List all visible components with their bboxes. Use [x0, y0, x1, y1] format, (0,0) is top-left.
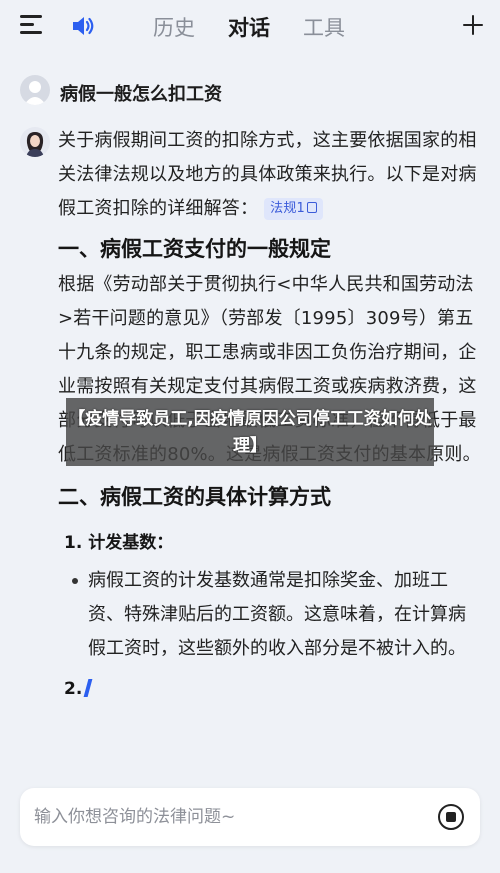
citation-label: 法规1 — [270, 201, 305, 216]
tab-history[interactable]: 历史 — [153, 12, 195, 42]
typing-cursor — [83, 679, 93, 697]
subsection1-heading: 1. 计发基数： — [64, 533, 174, 553]
citation-chip[interactable]: 法规1 — [264, 198, 323, 220]
user-avatar — [20, 75, 50, 105]
speaker-icon[interactable] — [70, 13, 96, 39]
section2-heading: 二、病假工资的具体计算方式 — [58, 485, 331, 509]
list-item: 病假工资的计发基数通常是扣除奖金、加班工资、特殊津贴后的工资额。这意味着，在计算… — [60, 564, 482, 666]
question-input[interactable] — [34, 805, 414, 829]
subsection2-number: 2. — [64, 679, 83, 699]
tab-tools[interactable]: 工具 — [303, 12, 345, 42]
subsection2-heading: 2. — [64, 672, 482, 706]
input-bar — [20, 788, 480, 846]
assistant-avatar — [20, 127, 50, 157]
stop-generation-icon[interactable] — [438, 804, 464, 830]
tab-chat[interactable]: 对话 — [228, 12, 270, 42]
section1-heading: 一、病假工资支付的一般规定 — [58, 237, 331, 261]
top-bar: 历史 对话 工具 — [0, 0, 500, 52]
user-silhouette-icon — [24, 81, 46, 105]
caption-text: 【疫情导致员工,因疫情原因公司停工工资如何处理】 — [68, 409, 432, 456]
user-question-text: 病假一般怎么扣工资 — [60, 84, 222, 105]
new-chat-plus-icon[interactable] — [462, 14, 484, 36]
menu-icon[interactable] — [20, 15, 44, 35]
answer-intro: 关于病假期间工资的扣除方式，这主要依据国家的相关法律法规以及地方的具体政策来执行… — [58, 124, 482, 226]
document-icon — [307, 202, 317, 213]
assistant-portrait-icon — [20, 127, 50, 157]
